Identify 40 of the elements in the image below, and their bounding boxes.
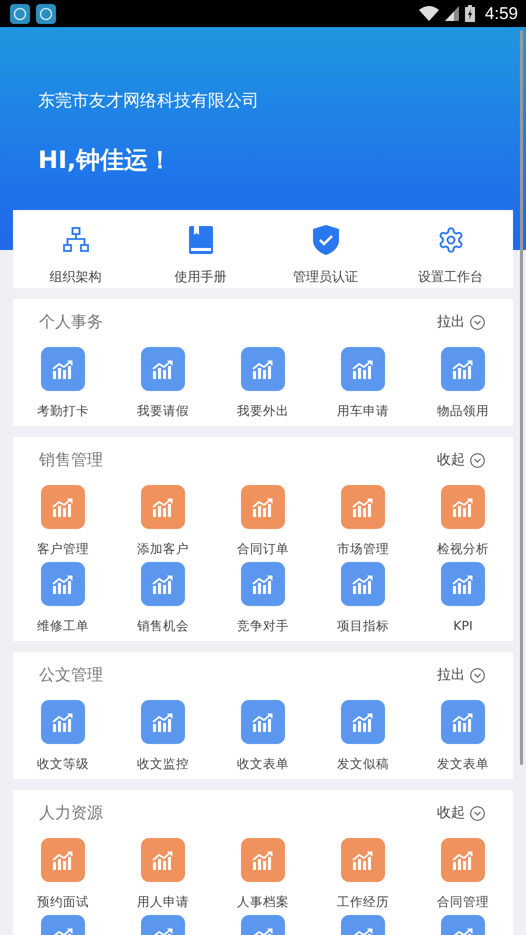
app-label: 添加客户 xyxy=(137,541,189,558)
company-name: 东莞市友才网络科技有限公司 xyxy=(38,90,260,112)
app-label: KPI xyxy=(453,618,473,633)
app-label: 维修工单 xyxy=(37,618,89,635)
app-label: 考勤打卡 xyxy=(37,403,89,420)
section-title: 个人事务 xyxy=(39,312,104,332)
section-title: 公文管理 xyxy=(39,664,104,686)
app-label: 竞争对手 xyxy=(237,618,289,635)
app-label: 项目指标 xyxy=(337,618,389,635)
section-title: 人力资源 xyxy=(39,802,104,824)
app-label: 收文表单 xyxy=(237,756,289,773)
app-label: 销售机会 xyxy=(137,618,189,635)
app-label: 发文表单 xyxy=(437,756,489,773)
app-label: 用人申请 xyxy=(137,894,189,911)
app-label: 我要外出 xyxy=(237,403,289,420)
quick-action-link[interactable]: 管理员认证 xyxy=(293,268,358,286)
greeting-text: HI,钟佳运！ xyxy=(38,145,174,176)
section-title: 销售管理 xyxy=(39,450,104,470)
toggle-button[interactable]: 收起 xyxy=(437,451,485,469)
toggle-button[interactable]: 拉出 xyxy=(437,313,485,331)
app-label: 合同管理 xyxy=(437,894,489,911)
quick-action-link[interactable]: 设置工作台 xyxy=(418,268,483,286)
status-time: 4:59 xyxy=(484,4,518,24)
app-label: 预约面试 xyxy=(37,894,89,911)
toggle-button[interactable]: 收起 xyxy=(437,804,485,822)
app-label: 合同订单 xyxy=(237,541,289,558)
app-label: 收文监控 xyxy=(137,756,189,773)
app-label: 工作经历 xyxy=(337,894,389,911)
app-label: 我要请假 xyxy=(137,403,189,420)
app-label: 物品领用 xyxy=(437,403,489,420)
quick-action-link[interactable]: 使用手册 xyxy=(174,268,226,286)
app-label: 检视分析 xyxy=(437,541,489,558)
toggle-button[interactable]: 拉出 xyxy=(437,666,485,684)
app-label: 客户管理 xyxy=(37,541,89,558)
app-label: 发文似稿 xyxy=(337,756,389,773)
app-label: 市场管理 xyxy=(337,541,389,558)
app-label: 收文等级 xyxy=(37,756,89,773)
quick-action-link[interactable]: 组织架构 xyxy=(50,268,102,286)
app-label: 人事档案 xyxy=(237,894,289,911)
app-label: 用车申请 xyxy=(337,403,389,420)
